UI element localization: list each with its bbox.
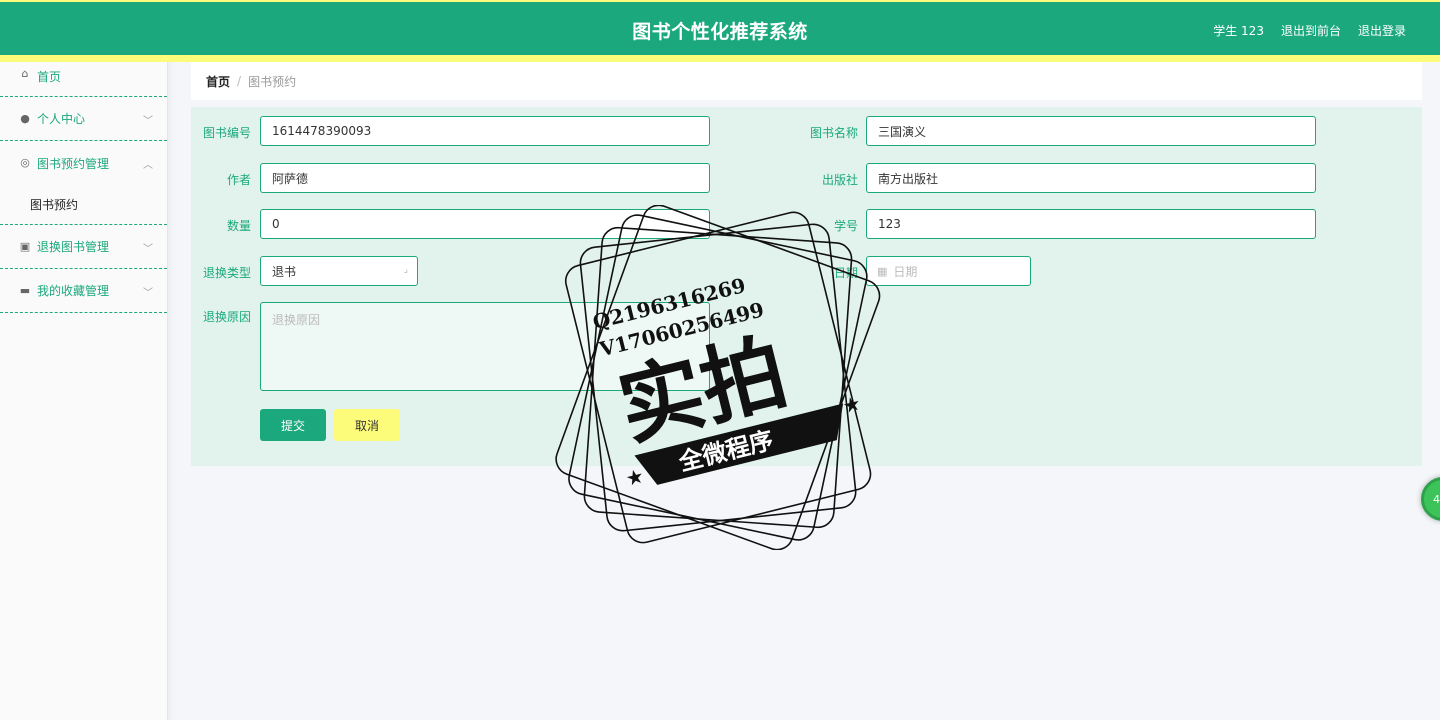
current-user: 学生 123 xyxy=(1213,24,1264,38)
student-no-label: 学号 xyxy=(833,219,858,233)
sidebar-item-profile[interactable]: ● 个人中心 ﹀ xyxy=(0,97,167,141)
exchange-type-label: 退换类型 xyxy=(202,266,251,280)
book-no-label: 图书编号 xyxy=(202,126,251,140)
chevron-down-icon: ﹀ xyxy=(143,288,153,299)
chevron-down-icon: ⌟ xyxy=(403,265,408,275)
settings-icon: ◎ xyxy=(20,156,30,169)
header-bar: 图书个性化推荐系统 学生 123 退出到前台 退出登录 xyxy=(0,2,1440,55)
floating-badge[interactable]: 47 xyxy=(1421,477,1440,521)
breadcrumb-current: 图书预约 xyxy=(248,74,297,89)
chevron-up-icon: ︿ xyxy=(143,160,153,171)
calendar-icon: ▦ xyxy=(877,264,888,278)
publisher-label: 出版社 xyxy=(821,173,858,187)
breadcrumb-home[interactable]: 首页 xyxy=(206,73,230,90)
user-icon: ● xyxy=(20,111,30,125)
clipboard-icon: ▣ xyxy=(19,239,31,253)
exchange-type-select[interactable]: 退书 ⌟ xyxy=(260,256,418,286)
sidebar: ⌂ 首页 ● 个人中心 ﹀ ◎ 图书预约管理 ︿ 图书预约 ▣ 退换图书管理 ﹀… xyxy=(0,62,168,720)
book-name-field[interactable] xyxy=(866,116,1316,146)
top-header: 图书个性化推荐系统 学生 123 退出到前台 退出登录 xyxy=(0,0,1440,62)
breadcrumb: 首页 / 图书预约 xyxy=(191,62,1422,100)
sidebar-item-home[interactable]: ⌂ 首页 xyxy=(0,62,167,97)
student-no-field[interactable] xyxy=(866,209,1316,239)
chevron-down-icon: ﹀ xyxy=(143,244,153,255)
reason-label: 退换原因 xyxy=(202,310,251,324)
quantity-label: 数量 xyxy=(226,219,251,233)
date-label: 日期 xyxy=(833,266,858,280)
sidebar-divider xyxy=(168,62,174,720)
publisher-field[interactable] xyxy=(866,163,1316,193)
monitor-icon: ▬ xyxy=(19,283,31,297)
exchange-type-value: 退书 xyxy=(272,264,297,279)
quantity-field[interactable] xyxy=(260,209,710,239)
submit-button[interactable]: 提交 xyxy=(260,409,326,441)
chevron-down-icon: ﹀ xyxy=(143,116,153,127)
floating-badge-count: 47 xyxy=(1433,492,1440,506)
star-icon: ★ xyxy=(623,463,646,491)
sidebar-subitem-label: 图书预约 xyxy=(30,198,79,212)
book-no-field[interactable] xyxy=(260,116,710,146)
sidebar-subitem-book-reservation[interactable]: 图书预约 xyxy=(0,185,167,225)
home-icon: ⌂ xyxy=(21,67,29,80)
cancel-button[interactable]: 取消 xyxy=(334,409,400,441)
reason-textarea[interactable] xyxy=(260,302,710,391)
date-picker[interactable]: ▦ 日期 xyxy=(866,256,1031,286)
breadcrumb-separator: / xyxy=(237,74,242,88)
sidebar-item-favorites[interactable]: ▬ 我的收藏管理 ﹀ xyxy=(0,269,167,313)
sidebar-item-label: 首页 xyxy=(37,70,62,84)
book-name-label: 图书名称 xyxy=(809,126,858,140)
date-placeholder: 日期 xyxy=(893,264,918,279)
sidebar-item-label: 我的收藏管理 xyxy=(37,284,110,298)
sidebar-item-label: 图书预约管理 xyxy=(37,156,110,171)
sidebar-item-label: 退换图书管理 xyxy=(37,240,110,254)
author-label: 作者 xyxy=(226,173,251,187)
sidebar-item-label: 个人中心 xyxy=(37,112,86,126)
sidebar-item-exchange[interactable]: ▣ 退换图书管理 ﹀ xyxy=(0,225,167,269)
logout-link[interactable]: 退出登录 xyxy=(1358,22,1406,39)
author-field[interactable] xyxy=(260,163,710,193)
form-panel: 图书编号 图书名称 作者 出版社 数量 学号 退换类型 退书 ⌟ 日期 ▦ 日期… xyxy=(191,107,1422,466)
header-links: 学生 123 退出到前台 退出登录 xyxy=(1213,22,1406,39)
back-to-front-link[interactable]: 退出到前台 xyxy=(1281,22,1341,39)
sidebar-item-reservation[interactable]: ◎ 图书预约管理 ︿ xyxy=(0,141,167,185)
